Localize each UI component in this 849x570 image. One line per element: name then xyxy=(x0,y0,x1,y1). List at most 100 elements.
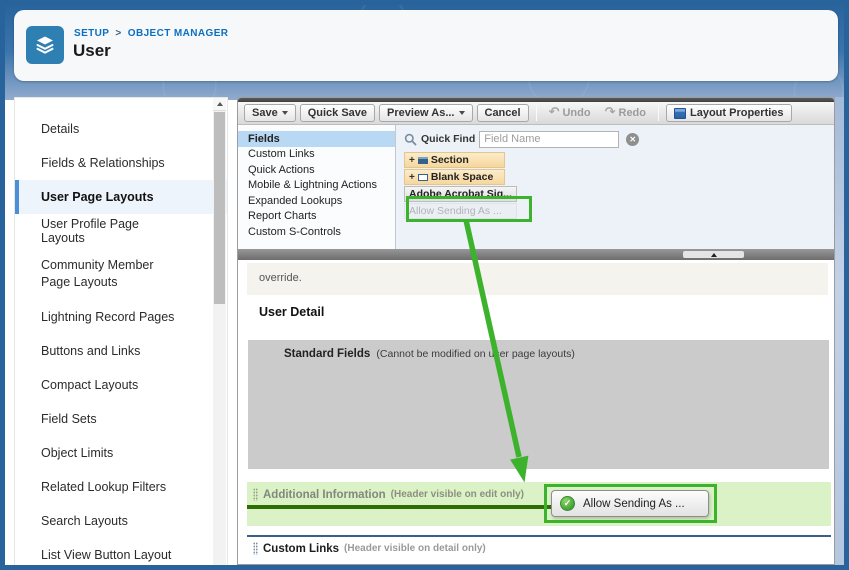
save-button-label: Save xyxy=(252,107,278,119)
editor-toolbar: Save Quick Save Preview As... Cancel ↶ U… xyxy=(238,102,834,125)
save-dropdown-caret-icon xyxy=(282,111,288,115)
section-icon xyxy=(418,157,428,164)
salesforce-layout-editor-window: SETUP > OBJECT MANAGER User Details Fiel… xyxy=(0,0,849,570)
quick-find-input[interactable] xyxy=(479,131,619,148)
collapse-up-arrow-icon xyxy=(711,253,717,257)
palette-item-label: Allow Sending As ... xyxy=(409,205,502,217)
dragged-field-allow-sending-as[interactable]: ✓ Allow Sending As ... xyxy=(551,490,709,517)
category-mobile-lightning-actions[interactable]: Mobile & Lightning Actions xyxy=(238,178,395,194)
palette-item-allow-sending-as-ghost[interactable]: Allow Sending As ... xyxy=(404,203,517,219)
palette-item-label: Blank Space xyxy=(431,171,493,183)
breadcrumb-separator: > xyxy=(112,28,124,39)
scrollbar-up-button[interactable] xyxy=(213,98,226,111)
palette-category-list: Fields Custom Links Quick Actions Mobile… xyxy=(238,125,396,249)
sidebar-item-user-page-layouts[interactable]: User Page Layouts xyxy=(15,180,227,214)
palette-item-label: Adobe Acrobat Sig... xyxy=(409,188,512,200)
section-drag-handle[interactable] xyxy=(253,488,258,501)
sidebar-item-user-profile-page-layouts[interactable]: User Profile Page Layouts xyxy=(15,214,227,248)
sidebar-item-buttons-and-links[interactable]: Buttons and Links xyxy=(15,334,227,368)
right-background-strip xyxy=(835,97,844,565)
custom-links-section: Custom Links (Header visible on detail o… xyxy=(247,535,831,560)
category-report-charts[interactable]: Report Charts xyxy=(238,209,395,225)
layout-editor-panel: Save Quick Save Preview As... Cancel ↶ U… xyxy=(237,97,835,565)
category-fields[interactable]: Fields xyxy=(238,131,395,147)
preview-as-button[interactable]: Preview As... xyxy=(379,104,472,122)
undo-label: Undo xyxy=(562,107,590,119)
additional-information-title: Additional Information xyxy=(263,489,386,501)
palette-item-adobe-acrobat-sig[interactable]: Adobe Acrobat Sig... xyxy=(404,186,517,202)
sidebar-item-compact-layouts[interactable]: Compact Layouts xyxy=(15,368,227,402)
override-notice: override. xyxy=(247,263,828,295)
breadcrumb-setup-link[interactable]: SETUP xyxy=(74,28,109,39)
quick-save-button[interactable]: Quick Save xyxy=(300,104,375,122)
quick-find-label: Quick Find xyxy=(421,133,475,145)
plus-icon: + xyxy=(409,155,415,166)
sidebar-item-lightning-record-pages[interactable]: Lightning Record Pages xyxy=(15,300,227,334)
sidebar-item-community-member-page-layouts[interactable]: Community Member Page Layouts xyxy=(15,248,227,300)
sidebar-item-details[interactable]: Details xyxy=(15,112,227,146)
plus-icon: + xyxy=(409,172,415,183)
category-quick-actions[interactable]: Quick Actions xyxy=(238,162,395,178)
breadcrumb-object-manager-link[interactable]: OBJECT MANAGER xyxy=(128,28,229,39)
check-circle-icon: ✓ xyxy=(560,496,575,511)
layers-icon xyxy=(33,33,57,57)
layout-properties-button[interactable]: Layout Properties xyxy=(666,104,792,122)
sidebar-nav-list: Details Fields & Relationships User Page… xyxy=(15,98,227,570)
blank-space-icon xyxy=(418,174,428,181)
quick-find-row: Quick Find ✕ xyxy=(404,129,828,149)
redo-button[interactable]: ↷ Redo xyxy=(600,105,651,121)
palette-item-blank-space[interactable]: + Blank Space xyxy=(404,169,505,185)
sidebar-scrollbar[interactable] xyxy=(213,98,226,565)
sidebar-item-search-layouts[interactable]: Search Layouts xyxy=(15,504,227,538)
search-icon xyxy=(404,133,417,146)
additional-information-section: Additional Information (Header visible o… xyxy=(247,482,831,526)
standard-fields-note: (Cannot be modified on user page layouts… xyxy=(373,348,574,360)
sidebar-item-fields-relationships[interactable]: Fields & Relationships xyxy=(15,146,227,180)
cancel-button[interactable]: Cancel xyxy=(477,104,529,122)
custom-links-note: (Header visible on detail only) xyxy=(344,543,486,554)
additional-information-note: (Header visible on edit only) xyxy=(391,489,524,500)
palette-item-label: Section xyxy=(431,154,469,166)
scrollbar-thumb[interactable] xyxy=(214,112,225,304)
sidebar-item-related-lookup-filters[interactable]: Related Lookup Filters xyxy=(15,470,227,504)
save-button[interactable]: Save xyxy=(244,104,296,122)
palette-item-section[interactable]: + Section xyxy=(404,152,505,168)
dragged-field-label: Allow Sending As ... xyxy=(583,498,685,510)
quick-save-label: Quick Save xyxy=(308,107,367,119)
section-drag-handle[interactable] xyxy=(253,542,258,555)
drop-insertion-line xyxy=(247,505,555,509)
palette-collapse-handle[interactable] xyxy=(683,251,744,258)
category-custom-s-controls[interactable]: Custom S-Controls xyxy=(238,224,395,240)
toolbar-separator xyxy=(536,105,537,121)
standard-fields-title: Standard Fields xyxy=(284,348,370,360)
category-expanded-lookups[interactable]: Expanded Lookups xyxy=(238,193,395,209)
palette-items-area: Quick Find ✕ + Section + Blank Space xyxy=(396,125,834,249)
undo-icon: ↶ xyxy=(549,108,560,118)
sidebar-item-list-view-button-layout[interactable]: List View Button Layout xyxy=(15,538,227,570)
standard-fields-block: Standard Fields (Cannot be modified on u… xyxy=(248,340,829,469)
clear-search-icon[interactable]: ✕ xyxy=(626,133,639,146)
cancel-label: Cancel xyxy=(485,107,521,119)
page-title: User xyxy=(73,41,111,61)
category-custom-links[interactable]: Custom Links xyxy=(238,147,395,163)
palette-draggable-items: + Section + Blank Space Adobe Acrobat Si… xyxy=(404,152,517,219)
preview-as-caret-icon xyxy=(459,111,465,115)
layout-properties-label: Layout Properties xyxy=(690,107,784,119)
redo-icon: ↷ xyxy=(605,108,616,118)
breadcrumb: SETUP > OBJECT MANAGER xyxy=(74,28,228,39)
object-manager-icon xyxy=(26,26,64,64)
undo-button[interactable]: ↶ Undo xyxy=(544,105,596,121)
custom-links-title: Custom Links xyxy=(263,543,339,555)
redo-label: Redo xyxy=(619,107,647,119)
layout-section-title: User Detail xyxy=(259,305,324,319)
object-header-card: SETUP > OBJECT MANAGER User xyxy=(14,10,838,81)
object-manager-sidebar: Details Fields & Relationships User Page… xyxy=(14,97,228,565)
palette-collapse-bar xyxy=(238,249,834,260)
layout-properties-icon xyxy=(674,108,686,119)
preview-as-label: Preview As... xyxy=(387,107,454,119)
up-arrow-icon xyxy=(217,102,223,106)
sidebar-item-field-sets[interactable]: Field Sets xyxy=(15,402,227,436)
sidebar-item-object-limits[interactable]: Object Limits xyxy=(15,436,227,470)
toolbar-separator xyxy=(658,105,659,121)
field-palette: Fields Custom Links Quick Actions Mobile… xyxy=(238,125,834,249)
